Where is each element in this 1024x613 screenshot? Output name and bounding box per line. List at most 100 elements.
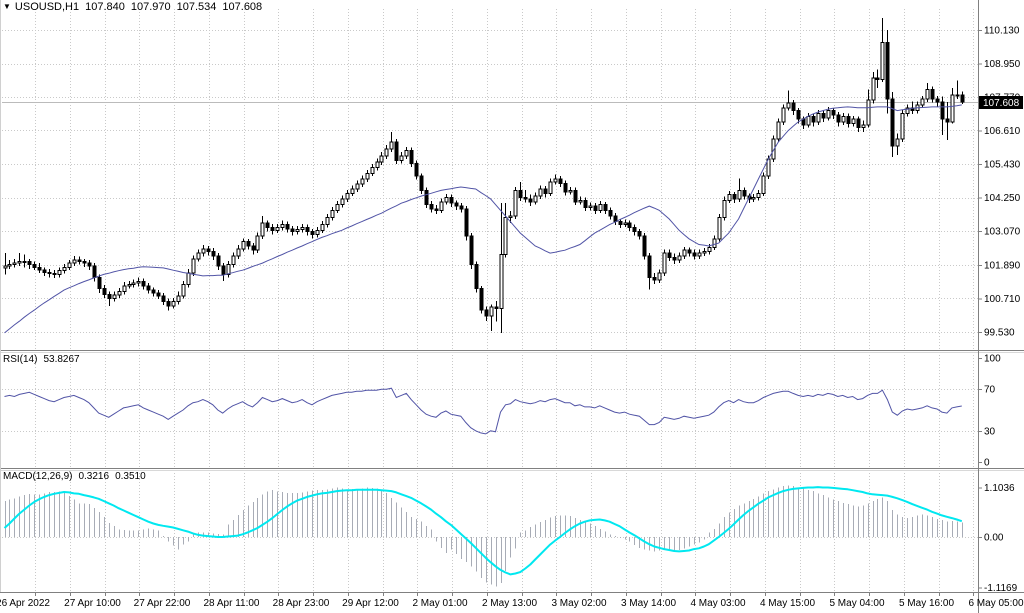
candle-bull xyxy=(182,284,185,295)
candle-bear xyxy=(594,206,597,210)
candle-bear xyxy=(286,225,289,229)
candle-bear xyxy=(673,257,676,260)
candle-bear xyxy=(628,223,631,227)
candle-bear xyxy=(559,179,562,183)
price-axis-label: 99.530 xyxy=(984,328,1015,339)
candle-bear xyxy=(544,189,547,193)
macd-axis-label: 1.1036 xyxy=(984,483,1015,494)
candle-bull xyxy=(867,100,870,125)
candle-bull xyxy=(351,189,354,193)
price-axis-label: 105.430 xyxy=(984,159,1021,170)
candle-bear xyxy=(83,262,86,263)
price-axis-label: 106.610 xyxy=(984,126,1021,137)
candle-bear xyxy=(430,205,433,209)
candle-bull xyxy=(58,271,61,275)
time-axis-label: 3 May 02:00 xyxy=(551,598,606,609)
price-axis-label: 103.070 xyxy=(984,227,1021,238)
candle-bear xyxy=(33,264,36,267)
candle-bear xyxy=(420,176,423,190)
current-price-badge-text: 107.608 xyxy=(983,98,1020,109)
macd-axis-label: 0.00 xyxy=(984,533,1004,544)
chart-canvas[interactable]: 110.130108.950107.770106.610105.430104.2… xyxy=(0,0,1024,613)
candle-bear xyxy=(212,252,215,256)
time-axis-label: 27 Apr 10:00 xyxy=(64,598,121,609)
candle-bear xyxy=(837,115,840,122)
candle-bull xyxy=(723,200,726,217)
candle-bear xyxy=(152,290,155,293)
candle-bear xyxy=(584,200,587,207)
candle-bull xyxy=(177,296,180,302)
candle-bull xyxy=(276,227,279,230)
candle-bull xyxy=(132,283,135,284)
candle-bull xyxy=(500,255,503,309)
candle-bear xyxy=(936,99,939,102)
candle-bull xyxy=(380,156,383,162)
candle-bull xyxy=(331,210,334,217)
macd-axis-label: -1.1169 xyxy=(984,583,1018,594)
candle-bear xyxy=(470,236,473,264)
candle-bear xyxy=(157,293,160,296)
candle-bear xyxy=(847,116,850,123)
candle-bull xyxy=(698,253,701,256)
candle-bear xyxy=(455,203,458,206)
candle-bull xyxy=(321,225,324,231)
candle-bear xyxy=(832,111,835,115)
candle-bear xyxy=(78,260,81,261)
candle-bull xyxy=(782,108,785,122)
candle-bear xyxy=(222,266,225,275)
candle-bear xyxy=(792,103,795,111)
candle-bull xyxy=(787,103,790,108)
candle-bull xyxy=(509,216,512,217)
time-axis-label: 2 May 13:00 xyxy=(482,598,537,609)
candle-bull xyxy=(8,264,11,265)
candle-bear xyxy=(822,113,825,117)
candle-bull xyxy=(713,239,716,248)
price-axis-label: 101.890 xyxy=(984,260,1021,271)
candle-bull xyxy=(296,230,299,232)
candle-bear xyxy=(495,307,498,308)
candle-bear xyxy=(450,198,453,204)
candle-bull xyxy=(951,95,954,122)
candle-bull xyxy=(232,256,235,265)
candle-bull xyxy=(400,156,403,160)
candle-bear xyxy=(529,199,532,202)
candle-bear xyxy=(395,142,398,161)
candle-bear xyxy=(946,119,949,122)
time-axis-label: 27 Apr 22:00 xyxy=(134,598,191,609)
candle-bull xyxy=(896,139,899,146)
candle-bull xyxy=(197,253,200,259)
price-axis-label: 110.130 xyxy=(984,26,1020,37)
candle-bull xyxy=(658,273,661,280)
candle-bear xyxy=(460,206,463,209)
candle-bull xyxy=(371,168,374,174)
candle-bull xyxy=(13,263,16,264)
candle-bull xyxy=(490,307,493,316)
candle-bear xyxy=(247,242,250,246)
time-axis-label: 2 May 01:00 xyxy=(412,598,467,609)
candle-bull xyxy=(187,273,190,284)
time-axis-label: 4 May 03:00 xyxy=(690,598,745,609)
candle-bear xyxy=(941,102,944,119)
candle-bull xyxy=(18,262,21,263)
candle-bear xyxy=(93,266,96,277)
candle-bull xyxy=(589,206,592,207)
candle-bull xyxy=(599,205,602,211)
candle-bear xyxy=(961,95,964,102)
price-axis-label: 100.710 xyxy=(984,294,1021,305)
time-axis-label: 5 May 04:00 xyxy=(829,598,884,609)
candle-bull xyxy=(361,179,364,184)
candle-bull xyxy=(376,162,379,168)
candle-bull xyxy=(172,302,175,306)
candle-bull xyxy=(123,286,126,292)
candle-bear xyxy=(311,232,314,235)
candle-bear xyxy=(271,227,274,230)
candle-bull xyxy=(827,111,830,118)
time-axis-label: 6 May 05:00 xyxy=(968,598,1023,609)
candle-bull xyxy=(777,122,780,139)
candle-bear xyxy=(465,209,468,236)
candle-bear xyxy=(693,253,696,256)
candle-bull xyxy=(113,295,116,298)
candle-bull xyxy=(237,249,240,256)
candle-bull xyxy=(137,282,140,283)
time-axis-label: 28 Apr 11:00 xyxy=(204,598,260,609)
